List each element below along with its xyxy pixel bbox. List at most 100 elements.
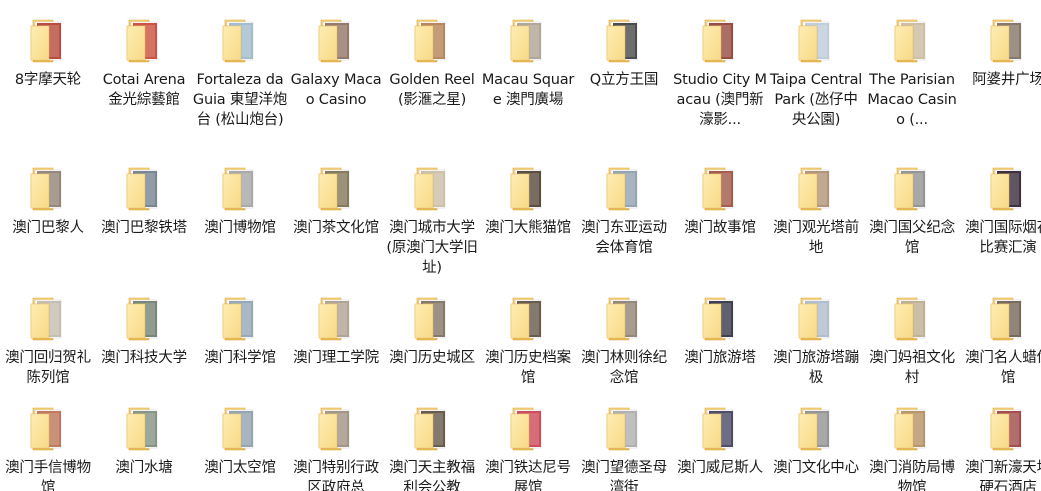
- folder-name-label: 8字摩天轮: [14, 72, 82, 88]
- folder-icon: [983, 294, 1031, 342]
- folder-name-label: 澳门名人蜡像馆: [965, 350, 1041, 386]
- folder-icon: [695, 164, 743, 212]
- folder-item[interactable]: 澳门林则徐纪念馆: [576, 278, 672, 402]
- folder-name-label: 澳门博物馆: [204, 220, 276, 236]
- folder-item[interactable]: 澳门望德圣母湾街: [576, 388, 672, 491]
- folder-item[interactable]: 澳门水塘: [96, 388, 192, 491]
- folder-icon: [599, 294, 647, 342]
- folder-icon: [983, 16, 1031, 64]
- folder-name-label: 澳门回归贺礼陈列馆: [5, 350, 91, 386]
- folder-name-label: The Parisian Macao Casino (...: [867, 72, 957, 128]
- folder-item[interactable]: 澳门手信博物馆: [0, 388, 96, 491]
- folder-icon: [407, 164, 455, 212]
- folder-item[interactable]: 澳门特别行政区政府总: [288, 388, 384, 491]
- folder-name-label: 澳门国父纪念馆: [869, 220, 955, 256]
- folder-icon: [983, 164, 1031, 212]
- folder-item[interactable]: Galaxy Macao Casino: [288, 0, 384, 124]
- folder-item[interactable]: 澳门茶文化馆: [288, 148, 384, 272]
- folder-icon: [215, 16, 263, 64]
- folder-item[interactable]: 澳门理工学院: [288, 278, 384, 402]
- folder-item[interactable]: The Parisian Macao Casino (...: [864, 0, 960, 128]
- folder-name-label: Macau Square 澳門廣場: [481, 72, 575, 108]
- folder-item[interactable]: 澳门大熊猫馆: [480, 148, 576, 272]
- folder-icon: [887, 294, 935, 342]
- folder-item[interactable]: 澳门历史档案馆: [480, 278, 576, 402]
- folder-name-label: Golden Reel (影滙之星): [389, 72, 475, 108]
- folder-icon: [23, 404, 71, 452]
- folder-item[interactable]: 阿婆井广场: [960, 0, 1041, 124]
- folder-item[interactable]: 8字摩天轮: [0, 0, 96, 124]
- folder-name-label: 澳门旅游塔: [684, 350, 756, 366]
- folder-name-label: 澳门大熊猫馆: [485, 220, 571, 236]
- folder-item[interactable]: Taipa Central Park (氹仔中央公園): [768, 0, 864, 128]
- folder-icon: [503, 294, 551, 342]
- folder-icon: [503, 16, 551, 64]
- folder-item[interactable]: 澳门新濠天地硬石酒店: [960, 388, 1041, 491]
- folder-item[interactable]: 澳门观光塔前地: [768, 148, 864, 272]
- folder-icon: [215, 294, 263, 342]
- folder-icon: [695, 16, 743, 64]
- folder-item[interactable]: Studio City Macau (澳門新濠影...: [672, 0, 768, 128]
- folder-item[interactable]: 澳门国父纪念馆: [864, 148, 960, 272]
- folder-name-label: Galaxy Macao Casino: [290, 72, 382, 108]
- folder-item[interactable]: 澳门巴黎铁塔: [96, 148, 192, 272]
- folder-name-label: 澳门科学馆: [204, 350, 276, 366]
- folder-name-label: Fortaleza da Guia 東望洋炮台 (松山炮台): [192, 72, 288, 128]
- folder-name-label: 澳门手信博物馆: [5, 460, 91, 491]
- folder-item[interactable]: 澳门旅游塔蹦极: [768, 278, 864, 402]
- folder-icon: [23, 16, 71, 64]
- folder-icon: [311, 164, 359, 212]
- folder-name-label: 澳门太空馆: [204, 460, 276, 476]
- folder-item[interactable]: Q立方王国: [576, 0, 672, 124]
- folder-icon: [311, 404, 359, 452]
- folder-name-label: 澳门历史城区: [389, 350, 475, 366]
- folder-item[interactable]: 澳门东亚运动会体育馆: [576, 148, 672, 272]
- folder-item[interactable]: 澳门威尼斯人: [672, 388, 768, 491]
- folder-item[interactable]: Macau Square 澳門廣場: [480, 0, 576, 124]
- folder-item[interactable]: 澳门消防局博物馆: [864, 388, 960, 491]
- folder-item[interactable]: 澳门国际烟花比赛汇演: [960, 148, 1041, 272]
- folder-name-label: 澳门理工学院: [293, 350, 379, 366]
- folder-icon: [791, 404, 839, 452]
- folder-item[interactable]: 澳门博物馆: [192, 148, 288, 272]
- folder-item[interactable]: 澳门文化中心: [768, 388, 864, 491]
- folder-item[interactable]: Golden Reel (影滙之星): [384, 0, 480, 124]
- folder-name-label: 澳门旅游塔蹦极: [773, 350, 859, 386]
- folder-item[interactable]: 澳门铁达尼号展馆: [480, 388, 576, 491]
- folder-item[interactable]: Cotai Arena 金光綜藝館: [96, 0, 192, 124]
- folder-name-label: 澳门妈祖文化村: [869, 350, 955, 386]
- folder-name-label: 澳门特别行政区政府总: [293, 460, 379, 491]
- folder-name-label: 澳门历史档案馆: [485, 350, 571, 386]
- folder-icon: [887, 164, 935, 212]
- folder-icon: [215, 404, 263, 452]
- folder-item[interactable]: Fortaleza da Guia 東望洋炮台 (松山炮台): [192, 0, 288, 128]
- folder-icon: [791, 294, 839, 342]
- folder-grid: 8字摩天轮 Cotai Arena 金光綜藝館 Fortaleza da Gui…: [0, 0, 1041, 491]
- folder-item[interactable]: 澳门太空馆: [192, 388, 288, 491]
- folder-icon: [695, 404, 743, 452]
- folder-item[interactable]: 澳门天主教福利会公教: [384, 388, 480, 491]
- folder-icon: [23, 164, 71, 212]
- folder-item[interactable]: 澳门故事馆: [672, 148, 768, 272]
- folder-name-label: 澳门观光塔前地: [773, 220, 859, 256]
- folder-name-label: 阿婆井广场: [972, 72, 1041, 88]
- folder-icon: [407, 16, 455, 64]
- folder-icon: [599, 16, 647, 64]
- folder-item[interactable]: 澳门巴黎人: [0, 148, 96, 272]
- folder-item[interactable]: 澳门妈祖文化村: [864, 278, 960, 402]
- folder-item[interactable]: 澳门历史城区: [384, 278, 480, 402]
- folder-name-label: Studio City Macau (澳門新濠影...: [673, 72, 767, 128]
- folder-icon: [311, 16, 359, 64]
- folder-icon: [119, 294, 167, 342]
- folder-item[interactable]: 澳门科学馆: [192, 278, 288, 402]
- folder-name-label: 澳门文化中心: [773, 460, 859, 476]
- folder-item[interactable]: 澳门科技大学: [96, 278, 192, 402]
- folder-icon: [119, 404, 167, 452]
- folder-item[interactable]: 澳门旅游塔: [672, 278, 768, 402]
- folder-item[interactable]: 澳门城市大学(原澳门大学旧址): [384, 148, 480, 276]
- folder-item[interactable]: 澳门回归贺礼陈列馆: [0, 278, 96, 402]
- folder-item[interactable]: 澳门名人蜡像馆: [960, 278, 1041, 402]
- folder-name-label: 澳门城市大学(原澳门大学旧址): [386, 220, 478, 276]
- folder-name-label: 澳门水塘: [115, 460, 173, 476]
- folder-icon: [887, 404, 935, 452]
